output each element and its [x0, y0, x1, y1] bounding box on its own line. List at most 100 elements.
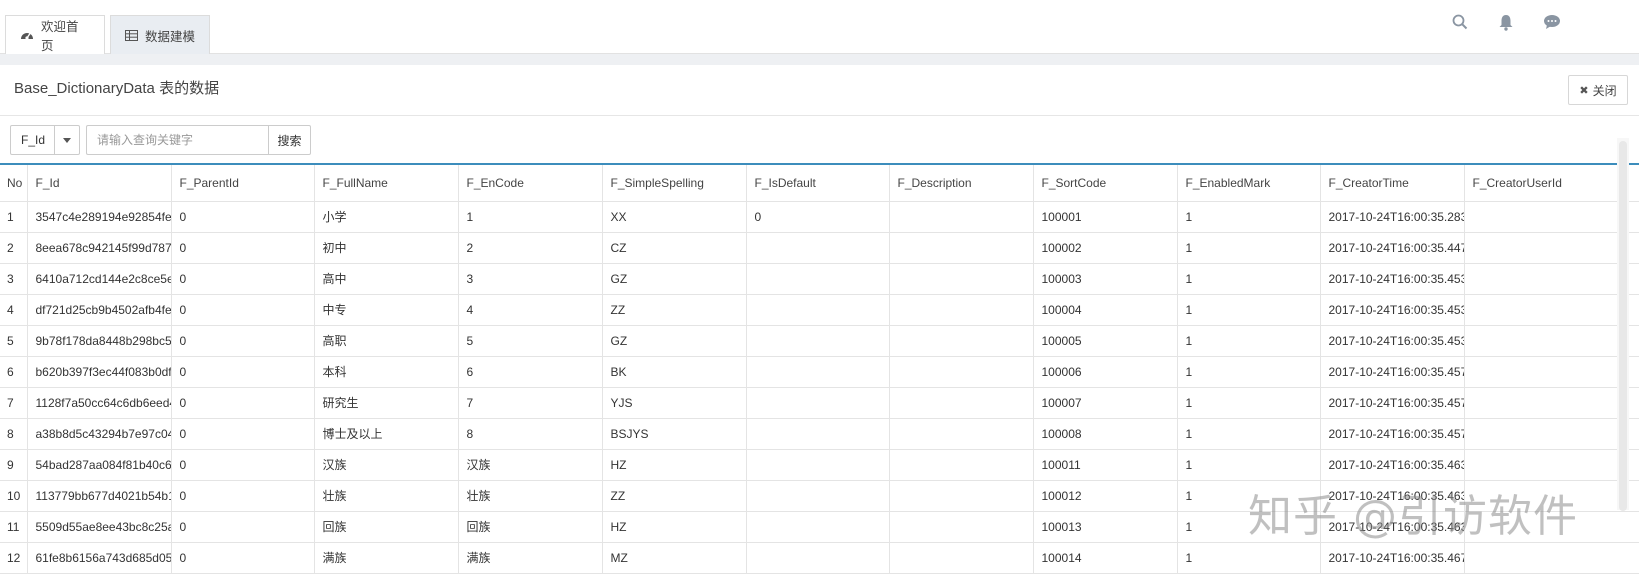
column-header[interactable]: F_EnCode [458, 165, 603, 202]
table-cell: 100003 [1033, 263, 1178, 295]
column-header[interactable]: F_Description [889, 165, 1034, 202]
table-cell: 2017-10-24T16:00:35.463 [1320, 449, 1465, 481]
watermark: 知乎 @引访软件 [1248, 491, 1578, 542]
column-header[interactable]: F_Id [27, 165, 172, 202]
table-cell: 8 [0, 418, 28, 450]
table-cell: 1 [0, 201, 28, 233]
column-header[interactable]: F_IsDefault [746, 165, 890, 202]
table-row[interactable]: 1 3547c4e289194e92854fec 0 小学 1 XX 0 100001 1 201… [0, 201, 1639, 233]
table-header-row: No F_Id F_ParentId F_FullName F_EnCode F_Simp… [0, 165, 1639, 202]
table-row[interactable]: 6 b620b397f3ec44f083b0df9 0 本科 6 BK 100006 1 201… [0, 356, 1639, 388]
table-cell: 壮族 [458, 480, 603, 512]
table-cell: 初中 [314, 232, 459, 264]
table-cell [889, 356, 1034, 388]
search-input[interactable] [86, 125, 268, 155]
table-cell: 8eea678c942145f99d7878 [27, 232, 172, 264]
table-row[interactable]: 3 6410a712cd144e2c8ce5e0 0 高中 3 GZ 100003 1 2017… [0, 263, 1639, 295]
table-cell [889, 294, 1034, 326]
table-cell: 0 [171, 480, 315, 512]
table-cell: 0 [171, 387, 315, 419]
table-row[interactable]: 12 61fe8b6156a743d685d050 0 满族 满族 MZ 100014 1 20… [0, 542, 1639, 574]
tab-home-label: 欢迎首页 [41, 20, 79, 53]
table-cell [889, 480, 1034, 512]
table-cell: 高中 [314, 263, 459, 295]
table-cell: 113779bb677d4021b54b1 [27, 480, 172, 512]
tab-data-modeling[interactable]: 数据建模 [110, 15, 210, 54]
table-row[interactable]: 9 54bad287aa084f81b40c6b 0 汉族 汉族 HZ 100011 1 201… [0, 449, 1639, 481]
table-cell: 2017-10-24T16:00:35.457 [1320, 356, 1465, 388]
column-header[interactable]: F_CreatorTime [1320, 165, 1465, 202]
table-cell [1464, 542, 1639, 574]
table-cell: 2017-10-24T16:00:35.467 [1320, 542, 1465, 574]
table-cell [746, 418, 890, 450]
table-cell: 0 [171, 418, 315, 450]
tab-home[interactable]: 欢迎首页 [5, 15, 105, 54]
table-cell: 2 [458, 232, 603, 264]
table-cell: 1 [1177, 387, 1321, 419]
table-cell: 100001 [1033, 201, 1178, 233]
table-cell: 3547c4e289194e92854fec [27, 201, 172, 233]
table-cell: 研究生 [314, 387, 459, 419]
table-cell: 小学 [314, 201, 459, 233]
table-cell [746, 480, 890, 512]
table-cell: b620b397f3ec44f083b0df9 [27, 356, 172, 388]
table-cell: 0 [171, 356, 315, 388]
table-row[interactable]: 8 a38b8d5c43294b7e97c04c 0 博士及以上 8 BSJYS 10000… [0, 418, 1639, 450]
chat-icon[interactable] [1543, 14, 1561, 30]
dashboard-icon [20, 29, 34, 41]
table-cell [889, 418, 1034, 450]
table-cell: ZZ [602, 480, 747, 512]
table-cell [1464, 418, 1639, 450]
table-cell: a38b8d5c43294b7e97c04c [27, 418, 172, 450]
field-select-toggle[interactable] [54, 126, 79, 154]
table-row[interactable]: 5 9b78f178da8448b298bc53 0 高职 5 GZ 100005 1 2017… [0, 325, 1639, 357]
table-cell: 11 [0, 511, 28, 543]
table-cell [1464, 294, 1639, 326]
table-row[interactable]: 2 8eea678c942145f99d7878 0 初中 2 CZ 100002 1 2017… [0, 232, 1639, 264]
table-row[interactable]: 7 1128f7a50cc64c6db6eed4 0 研究生 7 YJS 100007 1 20… [0, 387, 1639, 419]
page-title: Base_DictionaryData 表的数据 [14, 80, 220, 97]
column-header[interactable]: F_SortCode [1033, 165, 1178, 202]
table-cell: 5509d55ae8ee43bc8c25ac [27, 511, 172, 543]
table-cell [889, 449, 1034, 481]
column-header[interactable]: F_ParentId [171, 165, 315, 202]
table-cell: 2017-10-24T16:00:35.457 [1320, 418, 1465, 450]
vertical-scrollbar[interactable] [1619, 141, 1627, 511]
table-cell: 0 [171, 542, 315, 574]
table-cell [746, 449, 890, 481]
table-cell: 4 [458, 294, 603, 326]
column-header[interactable]: F_FullName [314, 165, 459, 202]
table-cell: 2 [0, 232, 28, 264]
tab-bar: 欢迎首页 数据建模 [0, 0, 1639, 54]
table-cell: 6 [0, 356, 28, 388]
divider [0, 115, 1639, 116]
column-header[interactable]: F_EnabledMark [1177, 165, 1321, 202]
table-cell [746, 263, 890, 295]
column-header[interactable]: No [0, 165, 28, 202]
column-header[interactable]: F_CreatorUserId [1464, 165, 1639, 202]
table-cell: 100014 [1033, 542, 1178, 574]
table-cell [746, 387, 890, 419]
table-cell: YJS [602, 387, 747, 419]
table-cell [889, 232, 1034, 264]
table-cell: 2017-10-24T16:00:35.457 [1320, 387, 1465, 419]
chevron-down-icon [63, 137, 71, 143]
table-cell: 10 [0, 480, 28, 512]
close-button[interactable]: ✖ 关闭 [1568, 75, 1628, 105]
bell-icon[interactable] [1498, 14, 1514, 31]
table-cell [1464, 356, 1639, 388]
table-cell [746, 511, 890, 543]
table-row[interactable]: 4 df721d25cb9b4502afb4fe9 0 中专 4 ZZ 100004 1 201… [0, 294, 1639, 326]
table-cell [1464, 232, 1639, 264]
table-cell: 1 [1177, 325, 1321, 357]
table-cell: 7 [458, 387, 603, 419]
table-cell: 54bad287aa084f81b40c6b [27, 449, 172, 481]
column-header[interactable]: F_SimpleSpelling [602, 165, 747, 202]
table-cell: 本科 [314, 356, 459, 388]
table-cell: 中专 [314, 294, 459, 326]
field-select[interactable]: F_Id [10, 125, 80, 155]
search-button[interactable]: 搜索 [268, 125, 311, 155]
table-cell: ZZ [602, 294, 747, 326]
search-icon[interactable] [1452, 14, 1468, 30]
close-button-label: 关闭 [1592, 83, 1617, 98]
